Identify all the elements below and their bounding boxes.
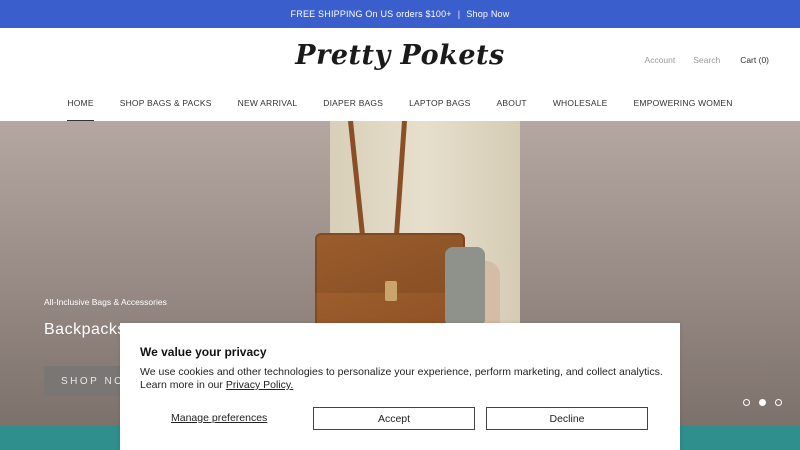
account-link[interactable]: Account: [645, 55, 676, 65]
cookie-banner: We value your privacy We use cookies and…: [120, 323, 680, 450]
nav-item-home[interactable]: HOME: [67, 94, 95, 121]
site-header: Pretty Pokets Account Search Cart (0): [0, 28, 800, 94]
manage-preferences-button[interactable]: Manage preferences: [171, 412, 267, 424]
nav-item-empowering-women[interactable]: EMPOWERING WOMEN: [634, 94, 733, 121]
slide-dots: [743, 399, 782, 406]
header-links: Account Search Cart (0): [627, 55, 769, 65]
nav-item-laptop-bags[interactable]: LAPTOP BAGS: [409, 94, 470, 121]
nav-item-diaper-bags[interactable]: DIAPER BAGS: [323, 94, 383, 121]
cookie-body: We use cookies and other technologies to…: [140, 366, 663, 391]
slide-dot-active[interactable]: [759, 399, 766, 406]
announcement-shop-link[interactable]: Shop Now: [466, 9, 509, 19]
slide-dot[interactable]: [775, 399, 782, 406]
slide-dot[interactable]: [743, 399, 750, 406]
search-link[interactable]: Search: [693, 55, 720, 65]
privacy-policy-link[interactable]: Privacy Policy.: [226, 379, 294, 391]
grey-pouch: [445, 247, 485, 327]
hero-kicker: All-Inclusive Bags & Accessories: [44, 297, 167, 307]
nav-item-wholesale[interactable]: WHOLESALE: [553, 94, 608, 121]
bag-buckle: [385, 281, 397, 301]
announcement-bar: FREE SHIPPING On US orders $100+ | Shop …: [0, 0, 800, 28]
main-nav: HOME SHOP BAGS & PACKS NEW ARRIVAL DIAPE…: [0, 94, 800, 121]
hero-title: Backpacks,: [44, 321, 131, 338]
nav-item-shop-bags-packs[interactable]: SHOP BAGS & PACKS: [120, 94, 212, 121]
announcement-text: FREE SHIPPING On US orders $100+: [290, 9, 452, 19]
cookie-title: We value your privacy: [140, 345, 267, 359]
nav-item-new-arrival[interactable]: NEW ARRIVAL: [238, 94, 298, 121]
cookie-text: We use cookies and other technologies to…: [140, 366, 670, 392]
nav-item-about[interactable]: ABOUT: [497, 94, 527, 121]
decline-button[interactable]: Decline: [486, 407, 648, 430]
accept-button[interactable]: Accept: [313, 407, 475, 430]
cart-link[interactable]: Cart (0): [740, 55, 769, 65]
announcement-separator: |: [457, 9, 461, 19]
